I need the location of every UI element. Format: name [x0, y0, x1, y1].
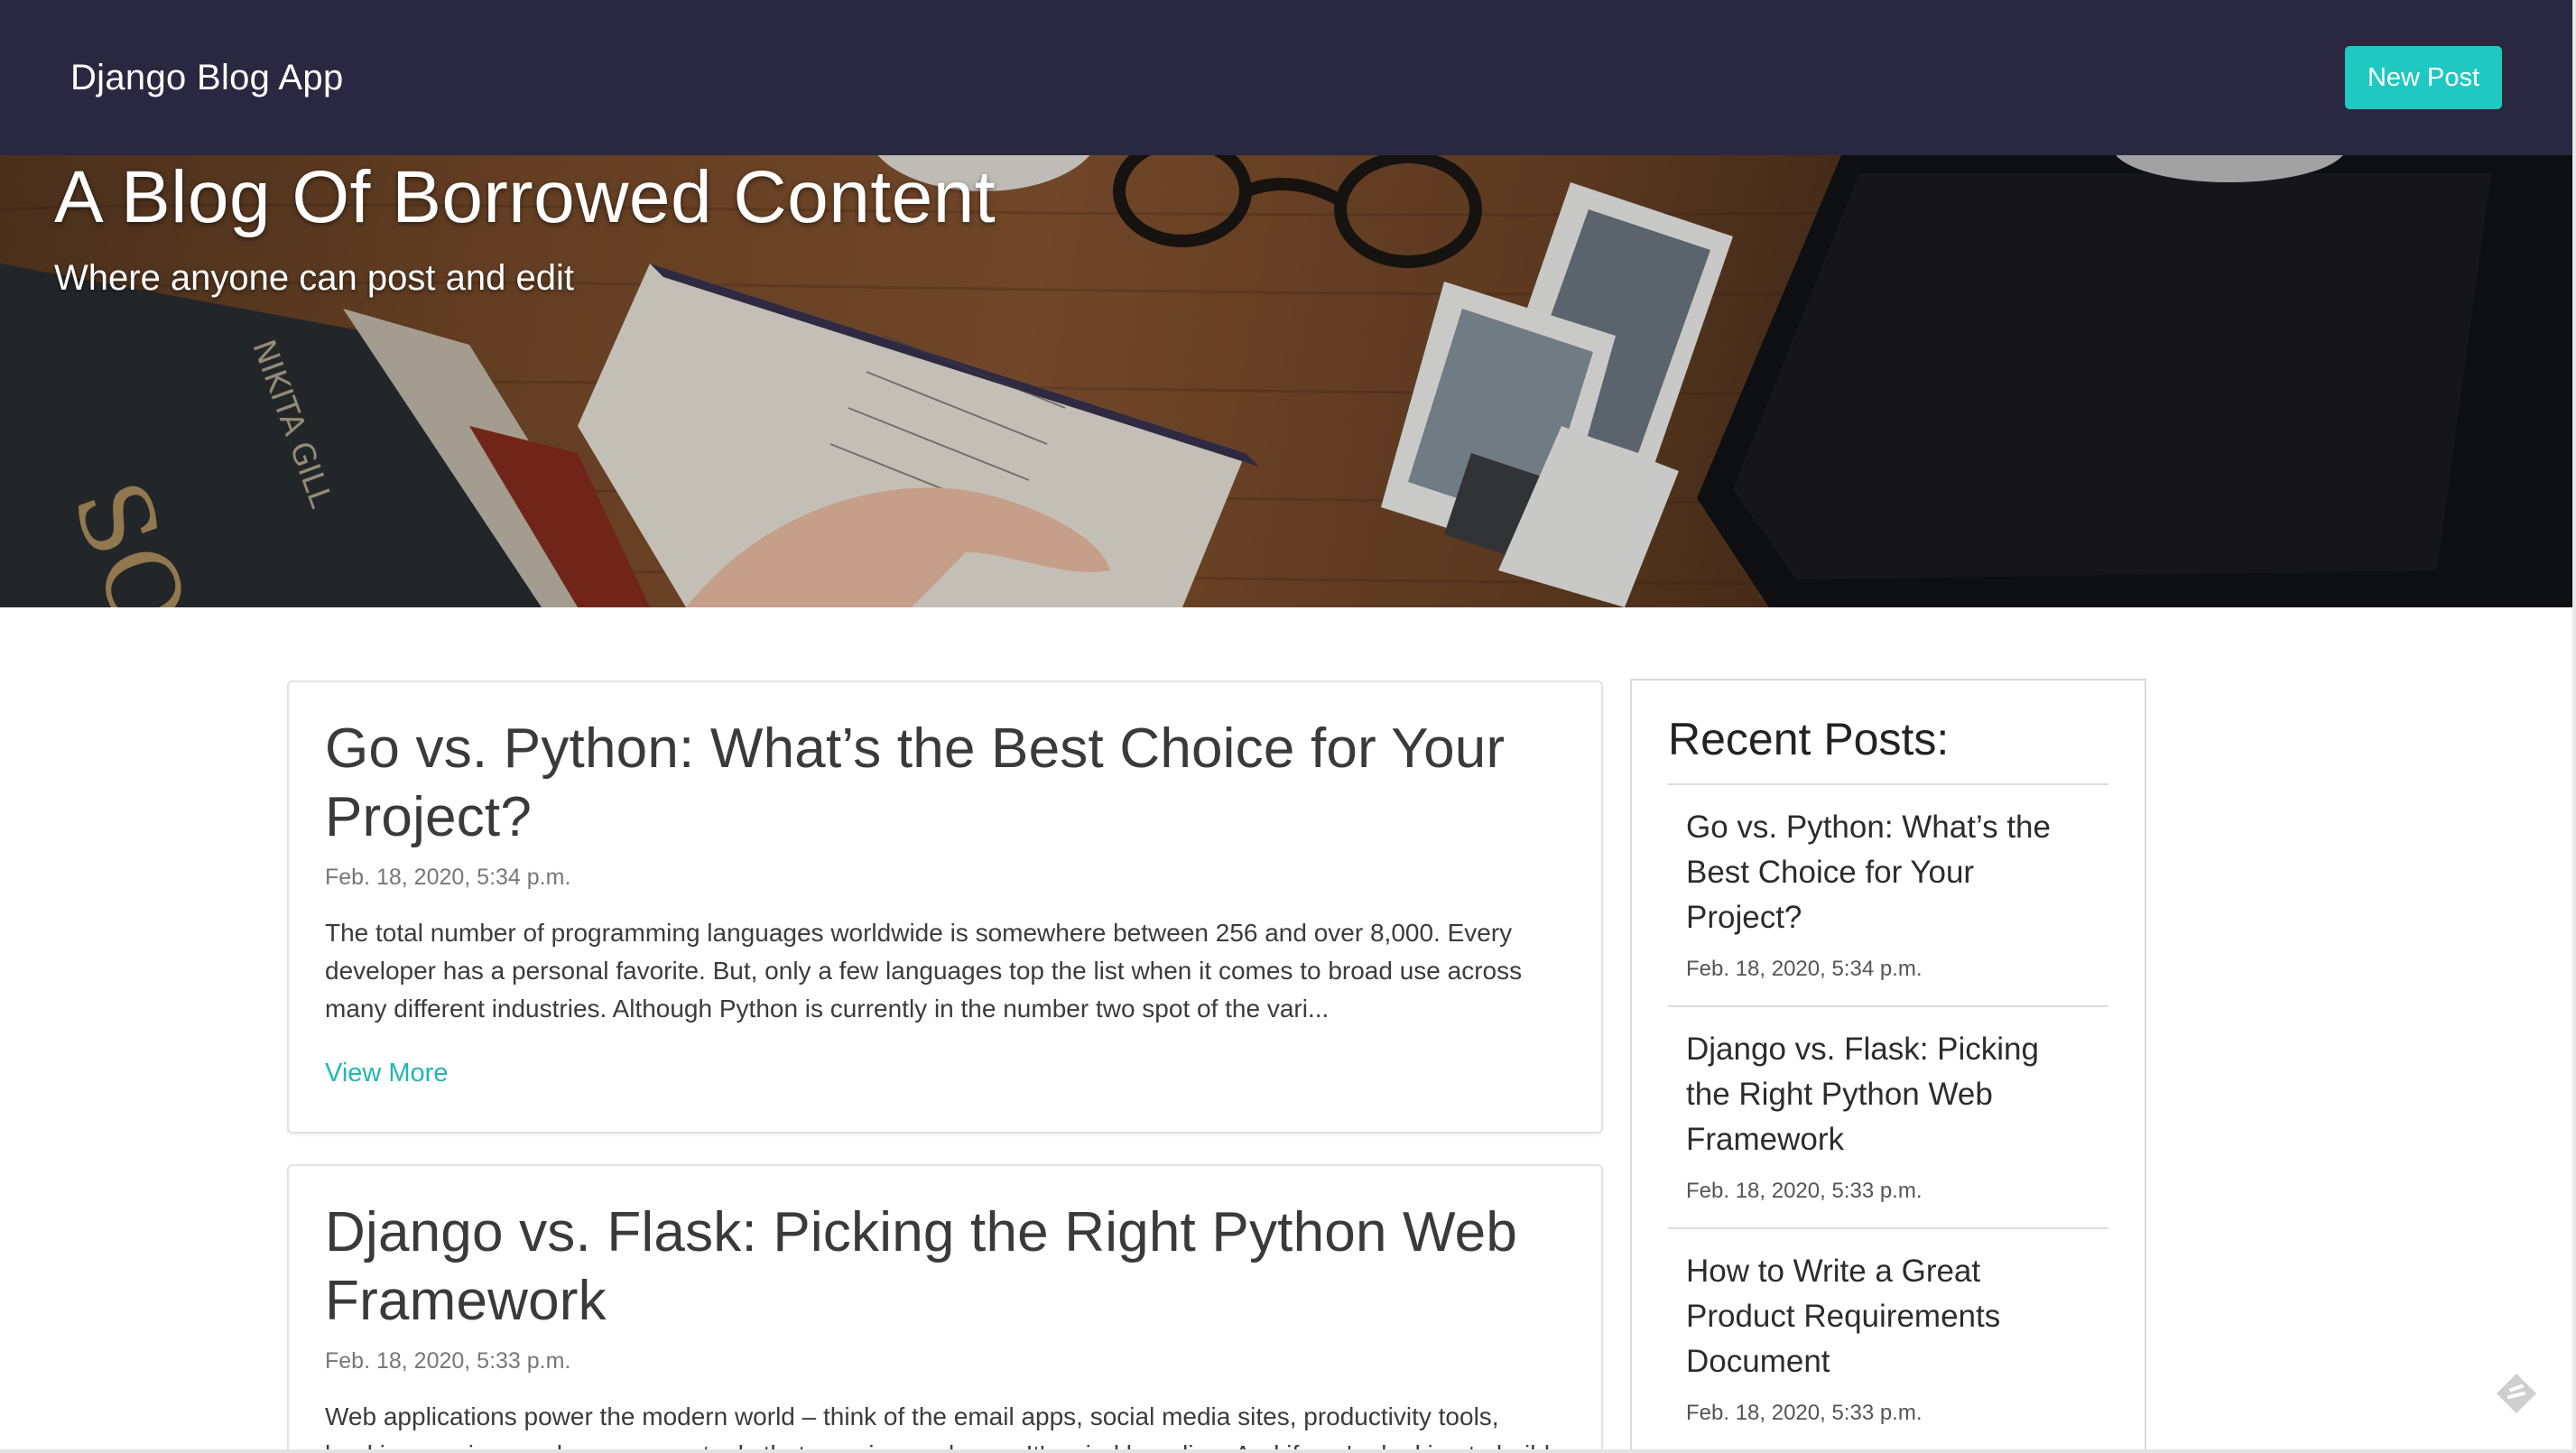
post-title[interactable]: Django vs. Flask: Picking the Right Pyth… [325, 1198, 1565, 1336]
hero-banner: SOU NIKITA GILL A Blog Of Borrowed Conte… [0, 155, 2572, 607]
tag-icon[interactable] [2493, 1370, 2540, 1417]
recent-post-item[interactable]: Django vs. Flask: Picking the Right Pyth… [1668, 1007, 2108, 1229]
divider [0, 1449, 2572, 1453]
recent-post-title[interactable]: Django vs. Flask: Picking the Right Pyth… [1686, 1027, 2090, 1162]
top-navbar: Django Blog App New Post [0, 0, 2572, 155]
post-card: Django vs. Flask: Picking the Right Pyth… [287, 1164, 1603, 1453]
sidebar-title: Recent Posts: [1668, 713, 2108, 785]
recent-post-item[interactable]: Go vs. Python: What’s the Best Choice fo… [1668, 785, 2108, 1007]
post-date: Feb. 18, 2020, 5:33 p.m. [325, 1348, 571, 1374]
view-more-link[interactable]: View More [325, 1059, 448, 1088]
recent-post-date: Feb. 18, 2020, 5:33 p.m. [1686, 1401, 1923, 1425]
post-excerpt: Web applications power the modern world … [325, 1402, 1550, 1453]
recent-post-date: Feb. 18, 2020, 5:34 p.m. [1686, 957, 1923, 981]
recent-post-title[interactable]: Go vs. Python: What’s the Best Choice fo… [1686, 805, 2090, 940]
scrollbar[interactable] [2572, 0, 2576, 1453]
post-excerpt: The total number of programming language… [325, 919, 1523, 1023]
post-title[interactable]: Go vs. Python: What’s the Best Choice fo… [325, 715, 1565, 852]
hero-title: A Blog Of Borrowed Content [54, 156, 996, 238]
post-card: Go vs. Python: What’s the Best Choice fo… [287, 680, 1603, 1134]
recent-posts-sidebar: Recent Posts: Go vs. Python: What’s the … [1630, 679, 2146, 1453]
new-post-button[interactable]: New Post [2345, 46, 2502, 109]
brand-link[interactable]: Django Blog App [70, 58, 344, 98]
recent-post-item[interactable]: How to Write a Great Product Requirement… [1668, 1229, 2108, 1451]
recent-post-title[interactable]: How to Write a Great Product Requirement… [1686, 1249, 2090, 1384]
hero-subtitle: Where anyone can post and edit [54, 258, 574, 298]
recent-post-date: Feb. 18, 2020, 5:33 p.m. [1686, 1179, 1923, 1203]
post-date: Feb. 18, 2020, 5:34 p.m. [325, 865, 571, 890]
